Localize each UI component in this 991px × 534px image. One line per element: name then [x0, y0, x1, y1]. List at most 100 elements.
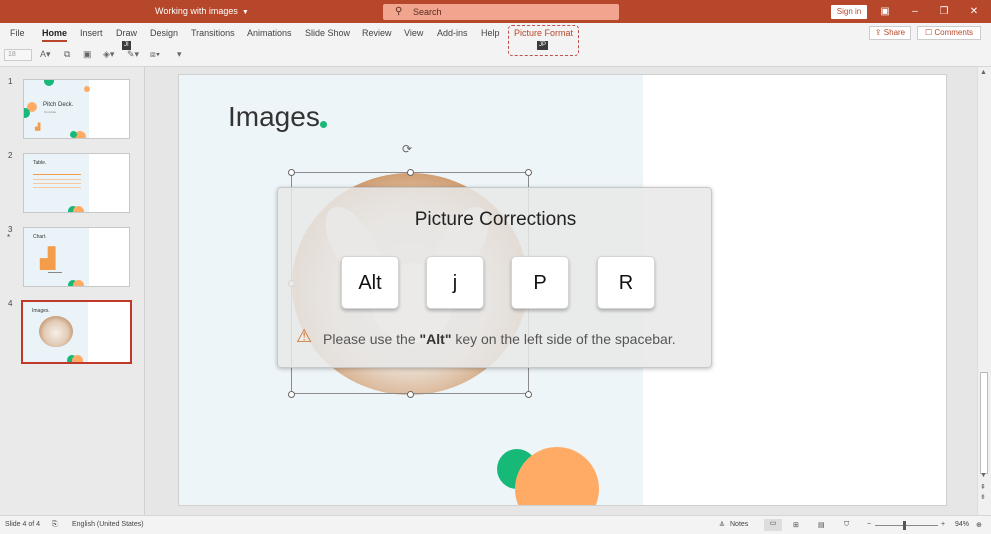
- scroll-down-icon[interactable]: ▼: [980, 472, 987, 479]
- key-alt: Alt: [341, 256, 399, 309]
- thumb-table-line: [33, 179, 81, 180]
- fill-icon[interactable]: ◈▾: [103, 49, 114, 60]
- message-suffix: key on the left side of the spacebar.: [451, 331, 676, 347]
- tab-draw[interactable]: Draw: [116, 28, 137, 38]
- thumb-caption: [48, 272, 62, 273]
- slide-thumbnail-3[interactable]: Chart. ▟: [23, 227, 130, 287]
- slide-number: 4: [8, 299, 13, 308]
- share-label: Share: [883, 28, 906, 37]
- tab-slide-show[interactable]: Slide Show: [305, 28, 350, 38]
- thumb-subtitle: Template: [44, 110, 57, 114]
- thumb-table-line: [33, 187, 81, 188]
- font-color-icon[interactable]: A▾: [40, 49, 51, 60]
- zoom-out-icon[interactable]: −: [867, 521, 871, 528]
- reading-view-icon[interactable]: ▤: [818, 521, 825, 529]
- slide-number: 1: [8, 77, 13, 86]
- close-icon[interactable]: ✕: [960, 3, 988, 20]
- tab-transitions[interactable]: Transitions: [191, 28, 235, 38]
- ribbon: File Home Insert Draw Design Transitions…: [0, 23, 991, 67]
- message-key: "Alt": [419, 331, 452, 347]
- overlay-message: Please use the "Alt" key on the left sid…: [323, 331, 676, 347]
- tab-file[interactable]: File: [10, 28, 25, 38]
- zoom-in-icon[interactable]: +: [941, 521, 945, 528]
- resize-handle[interactable]: [288, 169, 295, 176]
- more-icon[interactable]: ▾: [177, 49, 182, 60]
- document-title[interactable]: Working with images ▼: [155, 6, 249, 16]
- thumb-title: Pitch Deck.: [43, 102, 74, 108]
- sign-in-button[interactable]: Sign in: [831, 5, 867, 19]
- title-bar: Working with images ▼ ⚲ Search Sign in ▣ …: [0, 0, 991, 23]
- chart-icon: ▟: [40, 248, 56, 270]
- next-slide-icon[interactable]: ⇟: [980, 493, 986, 501]
- thumb-title: Images.: [32, 308, 50, 314]
- resize-handle[interactable]: [407, 391, 414, 398]
- document-title-text: Working with images: [155, 6, 238, 16]
- minimize-icon[interactable]: –: [901, 3, 929, 20]
- share-button[interactable]: ⇪ Share: [869, 26, 911, 40]
- chevron-down-icon: ▼: [241, 9, 249, 16]
- decor-dot: [70, 131, 77, 138]
- language-status[interactable]: English (United States): [72, 521, 144, 528]
- notes-button[interactable]: Notes: [730, 521, 748, 528]
- thumb-table-line: [33, 183, 81, 184]
- ribbon-display-icon[interactable]: ▣: [871, 3, 899, 20]
- animation-star-icon: *: [7, 233, 11, 242]
- slideshow-icon[interactable]: ⛉: [844, 521, 849, 529]
- warning-icon: ⚠: [296, 326, 313, 346]
- scroll-up-icon[interactable]: ▲: [980, 69, 987, 76]
- slide-sorter-icon[interactable]: ⊞: [793, 521, 799, 529]
- status-bar: Slide 4 of 4 ⎘ English (United States) ≙…: [0, 515, 991, 534]
- restore-icon[interactable]: ❐: [930, 3, 958, 20]
- slide-title[interactable]: Images: [228, 101, 320, 133]
- tab-animations[interactable]: Animations: [247, 28, 292, 38]
- textbox-icon[interactable]: ▣: [83, 49, 92, 60]
- resize-handle[interactable]: [525, 391, 532, 398]
- zoom-level[interactable]: 94%: [955, 521, 969, 528]
- key-p: P: [511, 256, 569, 309]
- slide-thumbnail-pane: 1 Pitch Deck. Template ▟ 2 Table. 3 * Ch…: [0, 67, 145, 515]
- shapes-icon[interactable]: ⧉: [64, 49, 70, 60]
- tab-picture-format[interactable]: Picture Format: [514, 28, 573, 38]
- decor-dot: [84, 86, 90, 92]
- resize-handle[interactable]: [407, 169, 414, 176]
- comments-button[interactable]: ☐ Comments: [917, 26, 981, 40]
- keytip-picture-format: JP: [537, 41, 549, 50]
- tab-review[interactable]: Review: [362, 28, 392, 38]
- slide-thumbnail-1[interactable]: Pitch Deck. Template ▟: [23, 79, 130, 139]
- tab-add-ins[interactable]: Add-ins: [437, 28, 468, 38]
- tab-home[interactable]: Home: [42, 28, 68, 42]
- slide-thumbnail-4[interactable]: Images.: [21, 300, 132, 364]
- zoom-slider[interactable]: [875, 525, 938, 526]
- search-icon: ⚲: [395, 6, 403, 17]
- key-r: R: [597, 256, 655, 309]
- comment-icon: ☐: [924, 28, 935, 37]
- previous-slide-icon[interactable]: ⇞: [980, 483, 986, 491]
- scroll-thumb[interactable]: [980, 372, 988, 474]
- share-icon: ⇪: [874, 28, 884, 37]
- notes-icon: ≙: [719, 522, 725, 529]
- rotate-handle-icon[interactable]: ⟳: [402, 142, 412, 156]
- tab-design[interactable]: Design: [150, 28, 178, 38]
- accessibility-icon[interactable]: ⎘: [52, 521, 58, 529]
- normal-view-icon[interactable]: ▭: [764, 519, 782, 531]
- resize-handle[interactable]: [288, 391, 295, 398]
- resize-handle[interactable]: [525, 169, 532, 176]
- thumb-title: Chart.: [33, 234, 47, 240]
- search-label: Search: [413, 7, 442, 17]
- fit-to-window-icon[interactable]: ⊕: [976, 521, 982, 529]
- tab-help[interactable]: Help: [481, 28, 500, 38]
- slide-thumbnail-2[interactable]: Table.: [23, 153, 130, 213]
- tab-view[interactable]: View: [404, 28, 423, 38]
- slide-number: 2: [8, 151, 13, 160]
- comments-label: Comments: [934, 28, 974, 37]
- arrange-icon[interactable]: ⧈▾: [150, 49, 160, 60]
- thumb-fox-image: [39, 316, 73, 347]
- search-box[interactable]: ⚲ Search: [383, 4, 619, 20]
- decor-dot: [72, 355, 83, 362]
- zoom-slider-thumb[interactable]: [903, 521, 906, 530]
- outline-icon[interactable]: ✎▾: [127, 49, 139, 60]
- key-j: j: [426, 256, 484, 309]
- message-prefix: Please use the: [323, 331, 420, 347]
- tab-insert[interactable]: Insert: [80, 28, 103, 38]
- font-size-select[interactable]: 18: [4, 49, 32, 61]
